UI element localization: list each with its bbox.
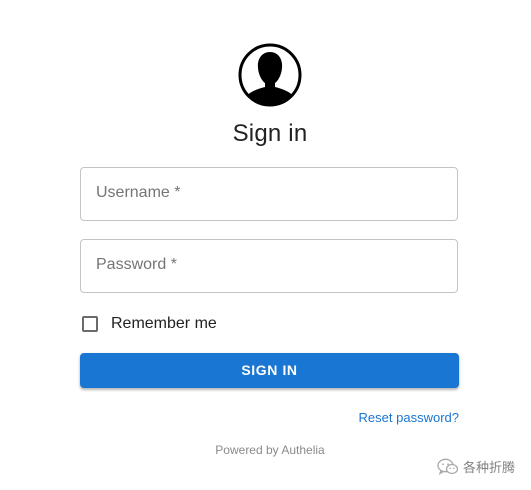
password-field[interactable]: Password * (80, 239, 458, 293)
watermark-text: 各种折腾 (463, 461, 516, 476)
remember-me-label[interactable]: Remember me (111, 315, 217, 333)
wechat-icon (437, 458, 459, 476)
watermark: 各种折腾 (437, 457, 515, 476)
reset-password-link[interactable]: Reset password? (359, 410, 459, 425)
remember-me-checkbox[interactable] (82, 316, 98, 332)
page-title: Sign in (232, 120, 308, 147)
username-field[interactable]: Username * (80, 167, 458, 221)
user-avatar-icon (237, 42, 303, 108)
password-input[interactable] (81, 240, 457, 292)
sign-in-button[interactable]: SIGN IN (80, 353, 459, 388)
login-page: Sign in Username * Password * Remember m… (0, 0, 531, 490)
powered-by-text: Powered by Authelia (215, 443, 325, 457)
remember-me-row[interactable]: Remember me (80, 313, 217, 335)
username-input[interactable] (81, 168, 457, 220)
